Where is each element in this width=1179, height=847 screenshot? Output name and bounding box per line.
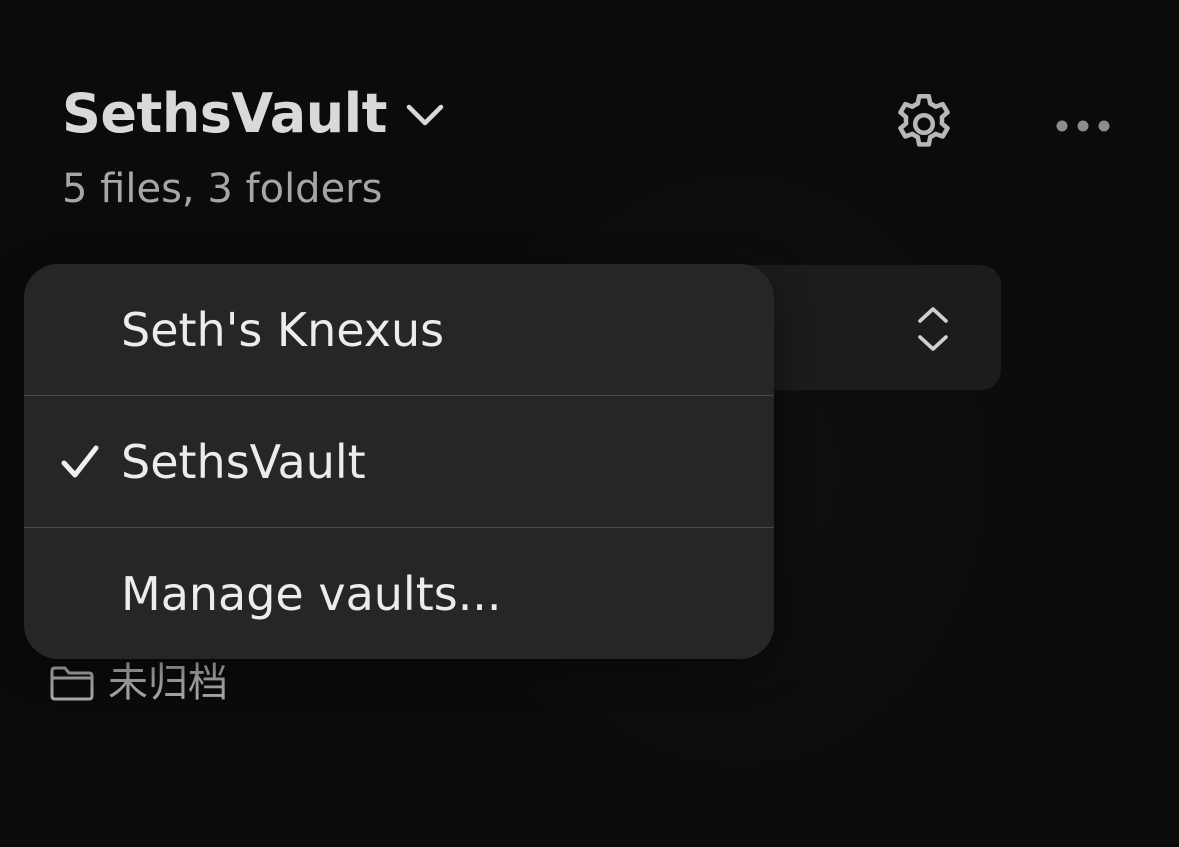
menu-item-sethsvault[interactable]: SethsVault: [24, 395, 774, 527]
folder-icon: [50, 666, 94, 701]
vault-switcher[interactable]: SethsVault: [62, 84, 445, 144]
folder-label: 未归档: [108, 660, 228, 706]
menu-item-seths-knexus[interactable]: Seth's Knexus: [24, 264, 774, 395]
vault-stats: 5 files, 3 folders: [62, 166, 383, 212]
checkmark-icon: [61, 445, 99, 477]
up-down-chevrons-icon[interactable]: [914, 305, 952, 353]
vault-title[interactable]: SethsVault: [62, 84, 387, 144]
menu-item-manage-vaults[interactable]: Manage vaults...: [24, 527, 774, 659]
menu-item-label: Manage vaults...: [121, 566, 502, 621]
vault-screen: SethsVault 5 files, 3 folders 未归档 Seth's…: [0, 0, 1179, 847]
chevron-down-icon[interactable]: [405, 94, 445, 134]
menu-item-label: SethsVault: [121, 434, 366, 489]
vault-dropdown-menu: Seth's Knexus SethsVault Manage vaults..…: [24, 264, 774, 659]
menu-item-label: Seth's Knexus: [121, 302, 445, 357]
gear-icon[interactable]: [890, 90, 958, 158]
more-horizontal-icon[interactable]: [1052, 112, 1114, 140]
folder-item[interactable]: 未归档: [48, 655, 228, 711]
